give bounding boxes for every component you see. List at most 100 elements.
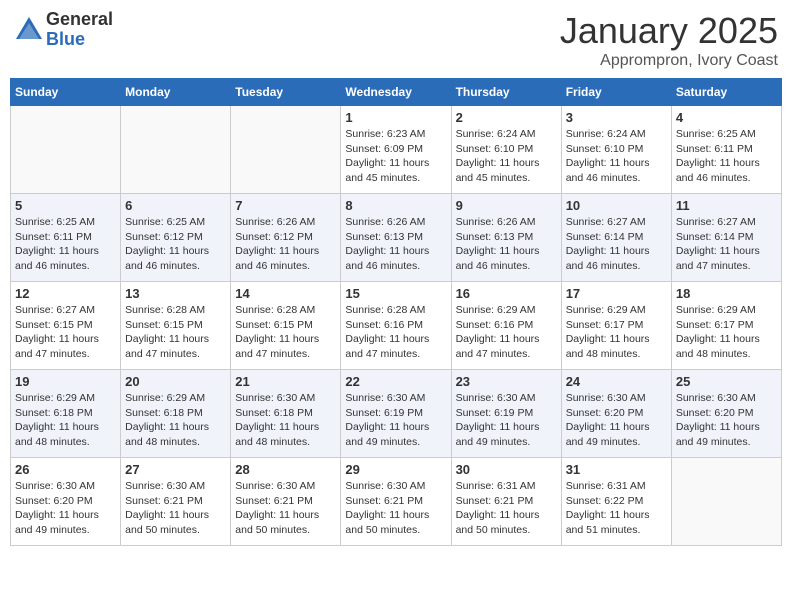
calendar-cell: 27 Sunrise: 6:30 AM Sunset: 6:21 PM Dayli… <box>121 458 231 546</box>
day-info: Sunrise: 6:30 AM Sunset: 6:19 PM Dayligh… <box>345 391 446 450</box>
calendar-cell: 29Sunrise: 6:30 AM Sunset: 6:21 PM Dayli… <box>341 458 451 546</box>
day-number: 18 <box>676 286 777 301</box>
calendar-cell: 16 Sunrise: 6:29 AM Sunset: 6:16 PM Dayli… <box>451 282 561 370</box>
day-number: 15 <box>345 286 446 301</box>
calendar-cell: 21 Sunrise: 6:30 AM Sunset: 6:18 PM Dayli… <box>231 370 341 458</box>
calendar-cell: 1 Sunrise: 6:23 AM Sunset: 6:09 PM Daylig… <box>341 106 451 194</box>
day-number: 16 <box>456 286 557 301</box>
calendar-cell: 24Sunrise: 6:30 AM Sunset: 6:20 PM Dayli… <box>561 370 671 458</box>
calendar-cell: 31 Sunrise: 6:31 AM Sunset: 6:22 PM Dayli… <box>561 458 671 546</box>
day-info: Sunrise: 6:23 AM Sunset: 6:09 PM Dayligh… <box>345 127 446 186</box>
day-info: Sunrise: 6:31 AM Sunset: 6:22 PM Dayligh… <box>566 479 667 538</box>
calendar-cell <box>231 106 341 194</box>
day-info: Sunrise: 6:30 AM Sunset: 6:18 PM Dayligh… <box>235 391 336 450</box>
day-info: Sunrise: 6:26 AM Sunset: 6:13 PM Dayligh… <box>345 215 446 274</box>
day-number: 26 <box>15 462 116 477</box>
day-number: 13 <box>125 286 226 301</box>
calendar-header-row: SundayMondayTuesdayWednesdayThursdayFrid… <box>11 79 782 106</box>
calendar-cell: 19 Sunrise: 6:29 AM Sunset: 6:18 PM Dayli… <box>11 370 121 458</box>
day-info: Sunrise: 6:25 AM Sunset: 6:11 PM Dayligh… <box>15 215 116 274</box>
day-info: Sunrise: 6:30 AM Sunset: 6:21 PM Dayligh… <box>125 479 226 538</box>
logo-general: General <box>46 10 113 30</box>
logo: General Blue <box>14 10 113 50</box>
week-row-2: 5Sunrise: 6:25 AM Sunset: 6:11 PM Daylig… <box>11 194 782 282</box>
day-info: Sunrise: 6:31 AM Sunset: 6:21 PM Dayligh… <box>456 479 557 538</box>
day-info: Sunrise: 6:30 AM Sunset: 6:21 PM Dayligh… <box>345 479 446 538</box>
day-info: Sunrise: 6:29 AM Sunset: 6:17 PM Dayligh… <box>676 303 777 362</box>
day-info: Sunrise: 6:30 AM Sunset: 6:20 PM Dayligh… <box>676 391 777 450</box>
day-number: 2 <box>456 110 557 125</box>
calendar-cell <box>11 106 121 194</box>
day-number: 20 <box>125 374 226 389</box>
logo-blue: Blue <box>46 30 113 50</box>
header-friday: Friday <box>561 79 671 106</box>
day-number: 7 <box>235 198 336 213</box>
day-number: 30 <box>456 462 557 477</box>
calendar-cell: 25 Sunrise: 6:30 AM Sunset: 6:20 PM Dayli… <box>671 370 781 458</box>
day-number: 21 <box>235 374 336 389</box>
day-info: Sunrise: 6:29 AM Sunset: 6:18 PM Dayligh… <box>15 391 116 450</box>
day-number: 23 <box>456 374 557 389</box>
calendar-cell: 7 Sunrise: 6:26 AM Sunset: 6:12 PM Daylig… <box>231 194 341 282</box>
day-number: 14 <box>235 286 336 301</box>
week-row-3: 12 Sunrise: 6:27 AM Sunset: 6:15 PM Dayli… <box>11 282 782 370</box>
calendar-cell: 6 Sunrise: 6:25 AM Sunset: 6:12 PM Daylig… <box>121 194 231 282</box>
day-number: 25 <box>676 374 777 389</box>
day-info: Sunrise: 6:27 AM Sunset: 6:15 PM Dayligh… <box>15 303 116 362</box>
day-info: Sunrise: 6:30 AM Sunset: 6:20 PM Dayligh… <box>566 391 667 450</box>
day-number: 28 <box>235 462 336 477</box>
day-info: Sunrise: 6:25 AM Sunset: 6:12 PM Dayligh… <box>125 215 226 274</box>
calendar-cell <box>671 458 781 546</box>
header-thursday: Thursday <box>451 79 561 106</box>
day-info: Sunrise: 6:27 AM Sunset: 6:14 PM Dayligh… <box>676 215 777 274</box>
day-number: 4 <box>676 110 777 125</box>
calendar-cell: 17 Sunrise: 6:29 AM Sunset: 6:17 PM Dayli… <box>561 282 671 370</box>
day-info: Sunrise: 6:28 AM Sunset: 6:16 PM Dayligh… <box>345 303 446 362</box>
day-number: 17 <box>566 286 667 301</box>
calendar-cell: 20 Sunrise: 6:29 AM Sunset: 6:18 PM Dayli… <box>121 370 231 458</box>
calendar-cell: 13Sunrise: 6:28 AM Sunset: 6:15 PM Dayli… <box>121 282 231 370</box>
location-subtitle: Apprompron, Ivory Coast <box>560 52 778 70</box>
day-info: Sunrise: 6:30 AM Sunset: 6:20 PM Dayligh… <box>15 479 116 538</box>
day-info: Sunrise: 6:30 AM Sunset: 6:21 PM Dayligh… <box>235 479 336 538</box>
week-row-5: 26 Sunrise: 6:30 AM Sunset: 6:20 PM Dayli… <box>11 458 782 546</box>
day-info: Sunrise: 6:29 AM Sunset: 6:17 PM Dayligh… <box>566 303 667 362</box>
calendar-cell: 3Sunrise: 6:24 AM Sunset: 6:10 PM Daylig… <box>561 106 671 194</box>
calendar-cell: 12 Sunrise: 6:27 AM Sunset: 6:15 PM Dayli… <box>11 282 121 370</box>
day-info: Sunrise: 6:24 AM Sunset: 6:10 PM Dayligh… <box>456 127 557 186</box>
week-row-4: 19 Sunrise: 6:29 AM Sunset: 6:18 PM Dayli… <box>11 370 782 458</box>
day-number: 6 <box>125 198 226 213</box>
calendar-cell: 9Sunrise: 6:26 AM Sunset: 6:13 PM Daylig… <box>451 194 561 282</box>
day-info: Sunrise: 6:25 AM Sunset: 6:11 PM Dayligh… <box>676 127 777 186</box>
header-sunday: Sunday <box>11 79 121 106</box>
day-number: 8 <box>345 198 446 213</box>
day-info: Sunrise: 6:29 AM Sunset: 6:18 PM Dayligh… <box>125 391 226 450</box>
header-tuesday: Tuesday <box>231 79 341 106</box>
day-number: 1 <box>345 110 446 125</box>
day-number: 9 <box>456 198 557 213</box>
day-info: Sunrise: 6:30 AM Sunset: 6:19 PM Dayligh… <box>456 391 557 450</box>
day-number: 3 <box>566 110 667 125</box>
day-info: Sunrise: 6:27 AM Sunset: 6:14 PM Dayligh… <box>566 215 667 274</box>
month-title: January 2025 <box>560 10 778 52</box>
header-monday: Monday <box>121 79 231 106</box>
page-header: General Blue January 2025 Apprompron, Iv… <box>10 10 782 70</box>
calendar-cell: 26 Sunrise: 6:30 AM Sunset: 6:20 PM Dayli… <box>11 458 121 546</box>
logo-text: General Blue <box>46 10 113 50</box>
day-number: 31 <box>566 462 667 477</box>
calendar-cell <box>121 106 231 194</box>
day-number: 22 <box>345 374 446 389</box>
day-number: 12 <box>15 286 116 301</box>
calendar-cell: 4 Sunrise: 6:25 AM Sunset: 6:11 PM Daylig… <box>671 106 781 194</box>
calendar-cell: 14Sunrise: 6:28 AM Sunset: 6:15 PM Dayli… <box>231 282 341 370</box>
calendar-cell: 11 Sunrise: 6:27 AM Sunset: 6:14 PM Dayli… <box>671 194 781 282</box>
day-number: 11 <box>676 198 777 213</box>
calendar-cell: 28 Sunrise: 6:30 AM Sunset: 6:21 PM Dayli… <box>231 458 341 546</box>
day-info: Sunrise: 6:26 AM Sunset: 6:12 PM Dayligh… <box>235 215 336 274</box>
calendar-cell: 30 Sunrise: 6:31 AM Sunset: 6:21 PM Dayli… <box>451 458 561 546</box>
day-info: Sunrise: 6:29 AM Sunset: 6:16 PM Dayligh… <box>456 303 557 362</box>
calendar-cell: 5Sunrise: 6:25 AM Sunset: 6:11 PM Daylig… <box>11 194 121 282</box>
calendar-cell: 23 Sunrise: 6:30 AM Sunset: 6:19 PM Dayli… <box>451 370 561 458</box>
day-number: 19 <box>15 374 116 389</box>
day-number: 27 <box>125 462 226 477</box>
